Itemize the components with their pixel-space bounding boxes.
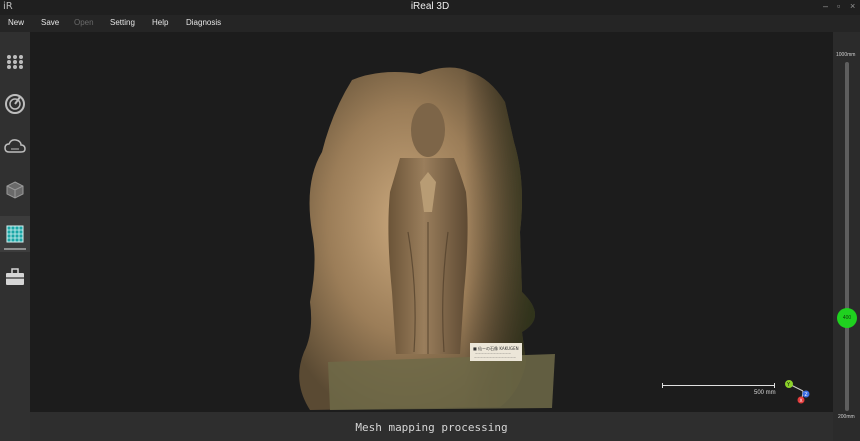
scan-dial-icon bbox=[5, 94, 25, 114]
depth-max-label: 1000mm bbox=[836, 52, 856, 58]
sidebar-item-mesh[interactable] bbox=[0, 172, 30, 208]
scanned-model[interactable]: ■ 仙ーの石像 KAKUGEN ーーーーーーーーーーーー ーーーーーーーーーーー… bbox=[30, 32, 833, 412]
left-toolbar bbox=[0, 32, 30, 441]
title-bar: iR iReal 3D – ▫ × bbox=[0, 0, 860, 15]
grid-dots-icon bbox=[7, 55, 23, 69]
axis-z-label: Z bbox=[805, 392, 808, 398]
menu-new[interactable]: New bbox=[8, 18, 24, 27]
close-button[interactable]: × bbox=[850, 1, 855, 11]
statue-head bbox=[411, 103, 445, 157]
3d-viewport[interactable]: ■ 仙ーの石像 KAKUGEN ーーーーーーーーーーーー ーーーーーーーーーーー… bbox=[30, 32, 833, 412]
sidebar-item-tools[interactable] bbox=[0, 259, 30, 295]
scale-bar bbox=[662, 383, 775, 388]
axis-gizmo-icon[interactable]: Y Z X bbox=[780, 377, 810, 405]
scale-label: 500 mm bbox=[754, 390, 776, 396]
menu-diagnosis[interactable]: Diagnosis bbox=[186, 18, 221, 27]
status-text: Mesh mapping processing bbox=[355, 421, 508, 434]
maximize-button[interactable]: ▫ bbox=[837, 1, 840, 11]
mesh-cube-icon bbox=[6, 181, 24, 199]
statue-plaque: ■ 仙ーの石像 KAKUGEN ーーーーーーーーーーーー ーーーーーーーーーーー… bbox=[470, 343, 522, 361]
cloud-icon bbox=[4, 139, 26, 153]
depth-value-label: 400 bbox=[842, 315, 852, 321]
menu-setting[interactable]: Setting bbox=[110, 18, 135, 27]
depth-slider-handle[interactable]: 400 bbox=[837, 308, 857, 328]
sidebar-item-cloud[interactable] bbox=[0, 129, 30, 165]
menu-save[interactable]: Save bbox=[41, 18, 59, 27]
minimize-button[interactable]: – bbox=[823, 1, 828, 11]
sidebar-item-texture[interactable] bbox=[0, 216, 30, 252]
menu-open[interactable]: Open bbox=[74, 18, 94, 27]
status-bar: Mesh mapping processing bbox=[30, 412, 833, 441]
window-title: iReal 3D bbox=[410, 1, 450, 12]
menu-bar: New Save Open Setting Help Diagnosis bbox=[0, 15, 860, 32]
sidebar-item-scan[interactable] bbox=[0, 86, 30, 122]
depth-min-label: 200mm bbox=[838, 414, 855, 420]
toolbox-icon bbox=[6, 268, 24, 285]
texture-grid-icon bbox=[6, 225, 24, 243]
plaque-line-3: ーーーーーーーーーーーーーー bbox=[474, 356, 516, 360]
axis-x-label: X bbox=[800, 398, 803, 404]
sidebar-item-scan-mode[interactable] bbox=[0, 44, 30, 80]
menu-help[interactable]: Help bbox=[152, 18, 168, 27]
mossy-base bbox=[328, 354, 555, 410]
depth-slider-track[interactable] bbox=[845, 62, 849, 411]
plaque-line-1: ■ 仙ーの石像 KAKUGEN bbox=[473, 345, 519, 351]
